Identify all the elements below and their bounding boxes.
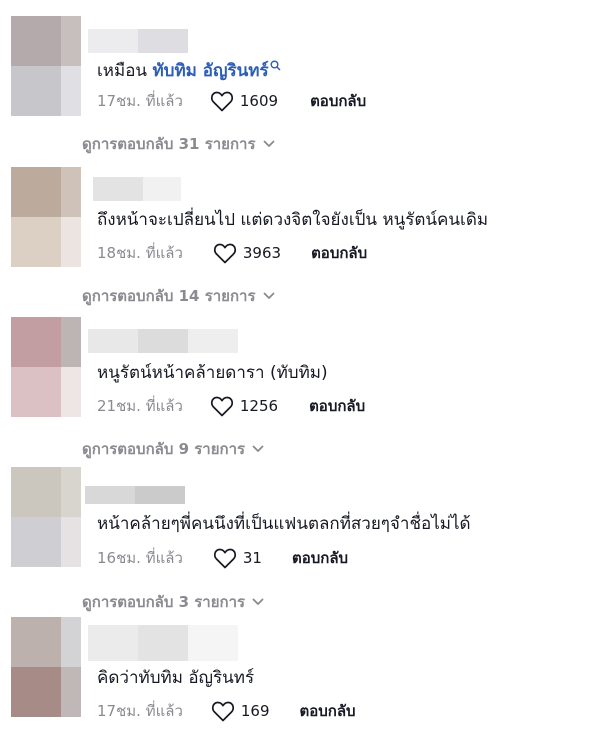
comment-body: หน้าคล้ายๆพี่คนนึงที่เป็นแฟนตลกที่สวยๆจำ… (97, 514, 471, 534)
comment-text: ถึงหน้าจะเปลี่ยนไป แต่ดวงจิตใจยังเป็น หน… (97, 209, 488, 231)
like-button[interactable]: 1609 (210, 90, 278, 112)
avatar-pixel (61, 617, 81, 667)
username-blurred[interactable] (85, 486, 185, 504)
avatar-pixel (61, 66, 81, 116)
avatar-pixel (11, 667, 61, 717)
avatar[interactable] (11, 467, 81, 567)
comment-meta: 16ชม. ที่แล้ว 31 ตอบกลับ (97, 546, 348, 570)
like-count: 3963 (242, 244, 282, 262)
like-button[interactable]: 31 (213, 547, 262, 569)
like-count: 169 (240, 702, 270, 720)
comment-text: เหมือน ทับทิม อัญรินทร์ (97, 60, 281, 82)
reply-button[interactable]: ตอบกลับ (292, 546, 348, 570)
avatar-pixel (61, 367, 81, 417)
comment-text: หน้าคล้ายๆพี่คนนึงที่เป็นแฟนตลกที่สวยๆจำ… (97, 513, 471, 535)
timestamp: 16ชม. ที่แล้ว (97, 549, 183, 567)
avatar-pixel (11, 66, 61, 116)
avatar-pixel (61, 667, 81, 717)
view-replies-button[interactable]: ดูการตอบกลับ 3 รายการ (82, 591, 264, 613)
avatar-pixel (11, 167, 61, 217)
view-replies-button[interactable]: ดูการตอบกลับ 9 รายการ (82, 438, 264, 460)
comment-meta: 17ชม. ที่แล้ว 1609 ตอบกลับ (97, 89, 366, 113)
comment-body: ถึงหน้าจะเปลี่ยนไป แต่ดวงจิตใจยังเป็น หน… (97, 210, 489, 230)
comment-text: คิดว่าทับทิม อัญรินทร์ (97, 667, 254, 689)
username-blurred[interactable] (88, 329, 238, 353)
avatar[interactable] (11, 16, 81, 116)
username-blurred[interactable] (93, 177, 181, 201)
like-button[interactable]: 3963 (213, 242, 281, 264)
heart-outline-icon (213, 548, 236, 569)
comment-meta: 17ชม. ที่แล้ว 169 ตอบกลับ (97, 699, 356, 723)
avatar-pixel (11, 317, 61, 367)
avatar-pixel (61, 167, 81, 217)
like-count: 1609 (239, 92, 279, 110)
comment-body: หนูรัตน์หน้าคล้ายดารา (ทับทิม) (97, 363, 328, 383)
username-blurred[interactable] (88, 29, 188, 53)
avatar-pixel (61, 317, 81, 367)
like-button[interactable]: 1256 (210, 395, 278, 417)
comment-body: เหมือน (97, 61, 153, 81)
reply-button[interactable]: ตอบกลับ (300, 699, 356, 723)
avatar[interactable] (11, 167, 81, 267)
avatar-pixel (61, 217, 81, 267)
avatar-pixel (11, 517, 61, 567)
view-replies-button[interactable]: ดูการตอบกลับ 14 รายการ (82, 285, 275, 307)
reply-button[interactable]: ตอบกลับ (311, 241, 367, 265)
heart-outline-icon (210, 91, 233, 112)
avatar[interactable] (11, 317, 81, 417)
like-count: 1256 (239, 397, 279, 415)
heart-outline-icon (211, 701, 234, 722)
avatar-pixel (11, 367, 61, 417)
heart-outline-icon (213, 243, 236, 264)
avatar-pixel (61, 517, 81, 567)
like-button[interactable]: 169 (211, 700, 270, 722)
avatar-pixel (11, 16, 61, 66)
heart-outline-icon (210, 396, 233, 417)
comment-body: คิดว่าทับทิม อัญรินทร์ (97, 668, 255, 688)
timestamp: 17ชม. ที่แล้ว (97, 92, 183, 110)
avatar-pixel (11, 217, 61, 267)
timestamp: 18ชม. ที่แล้ว (97, 244, 183, 262)
username-blurred[interactable] (88, 625, 238, 661)
timestamp: 21ชม. ที่แล้ว (97, 397, 183, 415)
comment-meta: 21ชม. ที่แล้ว 1256 ตอบกลับ (97, 394, 365, 418)
avatar[interactable] (11, 617, 81, 717)
avatar-pixel (61, 16, 81, 66)
mention-link[interactable]: ทับทิม อัญรินทร์ (152, 60, 281, 81)
chevron-down-icon (252, 445, 264, 452)
timestamp: 17ชม. ที่แล้ว (97, 702, 183, 720)
reply-button[interactable]: ตอบกลับ (310, 89, 366, 113)
comment-meta: 18ชม. ที่แล้ว 3963 ตอบกลับ (97, 241, 367, 265)
comment-text: หนูรัตน์หน้าคล้ายดารา (ทับทิม) (97, 362, 328, 384)
avatar-pixel (11, 467, 61, 517)
reply-button[interactable]: ตอบกลับ (309, 394, 365, 418)
chevron-down-icon (252, 598, 264, 605)
avatar-pixel (11, 617, 61, 667)
like-count: 31 (242, 549, 262, 567)
search-icon (270, 60, 281, 71)
chevron-down-icon (263, 292, 274, 299)
view-replies-button[interactable]: ดูการตอบกลับ 31 รายการ (82, 133, 275, 155)
chevron-down-icon (263, 140, 274, 147)
avatar-pixel (61, 467, 81, 517)
